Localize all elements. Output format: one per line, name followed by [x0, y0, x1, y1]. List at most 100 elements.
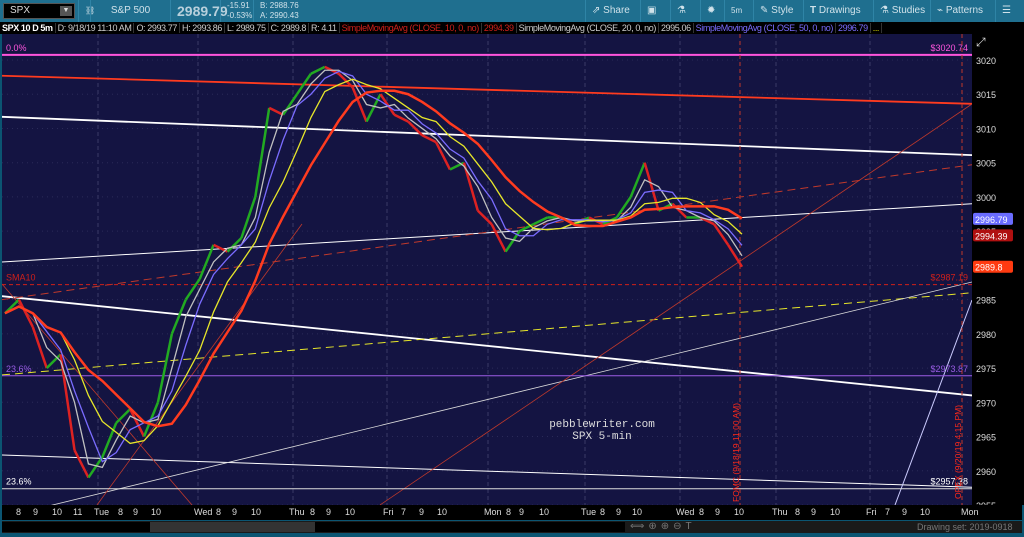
price-bar: [449, 161, 465, 171]
time-tick: 8: [16, 507, 22, 517]
snapshot-button[interactable]: ▣: [640, 0, 662, 22]
time-tick: 9: [326, 507, 332, 517]
scrollbar[interactable]: ⟺⊕⊕⊖T Drawing set: 2019-0918: [2, 521, 1022, 533]
price-bar: [268, 106, 284, 116]
sma10-value: 2994.39: [481, 23, 517, 33]
gear-icon: ✹: [707, 5, 716, 16]
bar-high: H: 2993.86: [179, 23, 226, 33]
timeframe-button[interactable]: 5m: [724, 0, 748, 22]
sma-yellow-line: [4, 78, 743, 445]
time-tick: 8: [795, 507, 801, 517]
sma10-label[interactable]: SimpleMovingAvg (CLOSE, 10, 0, no): [339, 23, 482, 33]
symbol-input[interactable]: SPX ▼: [3, 3, 75, 19]
time-tick: 10: [52, 507, 63, 517]
flask-button[interactable]: ⚗: [670, 0, 692, 22]
chart-title: SPX 10 D 5m: [0, 23, 56, 33]
level-label: 0.0%: [6, 43, 27, 53]
time-tick: 8: [118, 507, 124, 517]
toolbar: SPX▼ ⛓ S&P 500 INDEX 2989.79 -15.91-0.53…: [0, 0, 1024, 38]
price-tick: 3000: [976, 193, 996, 203]
bar-open: O: 2993.77: [134, 23, 180, 33]
time-tick: 7: [401, 507, 407, 517]
more-studies[interactable]: ...: [870, 23, 883, 33]
style-icon: ✎: [760, 5, 772, 16]
drawings-button[interactable]: T Drawings: [803, 0, 867, 22]
time-tick: 9: [902, 507, 908, 517]
bar-date: D: 9/18/19 11:10 AM: [55, 23, 135, 33]
sma50-line: [4, 70, 743, 463]
trendline: [1, 283, 193, 506]
trendline: [1, 164, 973, 301]
patterns-icon: ⌁: [937, 5, 946, 16]
time-tick: 8: [699, 507, 705, 517]
sma20-line: [4, 69, 743, 469]
price-tick: 2985: [976, 296, 996, 306]
time-tick: 10: [920, 507, 931, 517]
price-tick: 3020: [976, 56, 996, 66]
price-tick: 3010: [976, 124, 996, 134]
price-bar: [101, 422, 118, 458]
time-tick: 10: [830, 507, 841, 517]
time-tick: Wed: [194, 507, 213, 517]
price-axis[interactable]: 3020301530103005300029952990298529802975…: [972, 22, 1024, 511]
chevron-down-icon[interactable]: ▼: [60, 6, 72, 16]
settings-button[interactable]: ✹: [700, 0, 721, 22]
chart-tools[interactable]: ⟺⊕⊕⊖T: [630, 521, 696, 533]
time-tick: Mon: [961, 507, 979, 517]
drawing-set[interactable]: Drawing set: 2019-0918: [917, 521, 1013, 533]
event-label: OPEX (9/20/19 4:15 PM): [953, 405, 963, 499]
price-tick: 2970: [976, 398, 996, 408]
time-tick: 8: [216, 507, 222, 517]
list-icon: ☰: [1002, 5, 1011, 16]
price-chart: 0.0% $3020.74SMA10 $2987.1923.6% $2973.8723…: [1, 34, 973, 511]
time-tick: 10: [437, 507, 448, 517]
flask-icon: ⚗: [677, 5, 686, 16]
time-tick: Mon: [484, 507, 502, 517]
share-button[interactable]: ⇗ Share: [585, 0, 636, 22]
time-axis[interactable]: 8 9 10 11 Tue 8 9 10 Wed 8 9 10 Thu 8 9 10 Fri 7 9 10 Mon 8 9 1…: [2, 505, 1022, 520]
time-tick: 7: [885, 507, 891, 517]
watermark: pebblewriter.com SPX 5-min: [549, 419, 655, 443]
flask-icon: ⚗: [880, 5, 892, 16]
time-tick: Thu: [289, 507, 305, 517]
time-tick: 10: [734, 507, 745, 517]
price-tick: 2960: [976, 467, 996, 477]
trendline: [1, 295, 973, 397]
zoom-axis-icon[interactable]: ⤢: [976, 35, 986, 50]
crosshair-icon: ⊕: [648, 521, 661, 532]
level-label: 23.6%: [6, 477, 32, 487]
sma50-label[interactable]: SimpleMovingAvg (CLOSE, 50, 0, no): [693, 23, 836, 33]
price-bar: [727, 244, 744, 268]
trendline: [1, 115, 973, 157]
price-bar: [629, 162, 646, 198]
style-button[interactable]: ✎ Style: [753, 0, 799, 22]
time-tick: Tue: [581, 507, 597, 517]
bid: B: 2988.76: [260, 1, 299, 10]
chart-plot-area[interactable]: 0.0% $3020.74 SMA10 $2987.19 23.6% $2973.87 23…: [1, 34, 973, 511]
event-label: FOMC (9/18/19 11:00 AM): [731, 403, 741, 502]
level-label: SMA10: [6, 273, 36, 283]
time-tick: 10: [632, 507, 643, 517]
time-tick: Tue: [94, 507, 110, 517]
menu-button[interactable]: ☰: [995, 0, 1017, 22]
time-tick: 9: [519, 507, 525, 517]
time-tick: 8: [310, 507, 316, 517]
bar-close: C: 2989.8: [268, 23, 310, 33]
text-icon: T: [685, 521, 696, 532]
symbol-description: S&P 500 INDEX: [90, 0, 170, 38]
sma20-label[interactable]: SimpleMovingAvg (CLOSE, 20, 0, no): [516, 23, 659, 33]
scroll-track[interactable]: [315, 522, 625, 532]
scroll-thumb[interactable]: [150, 522, 315, 532]
studies-button[interactable]: ⚗ Studies: [873, 0, 931, 22]
pct-change: -0.53%: [227, 11, 253, 20]
patterns-button[interactable]: ⌁ Patterns: [930, 0, 989, 22]
time-tick: 9: [811, 507, 817, 517]
time-tick: 10: [251, 507, 262, 517]
price-tick: 2980: [976, 330, 996, 340]
level-label: 23.6%: [6, 364, 32, 374]
time-tick: 9: [33, 507, 39, 517]
bar-low: L: 2989.75: [225, 23, 269, 33]
price-badge-text: 2994.39: [975, 231, 1008, 241]
sma20-value: 2995.06: [658, 23, 694, 33]
scroll-left[interactable]: [2, 522, 150, 532]
